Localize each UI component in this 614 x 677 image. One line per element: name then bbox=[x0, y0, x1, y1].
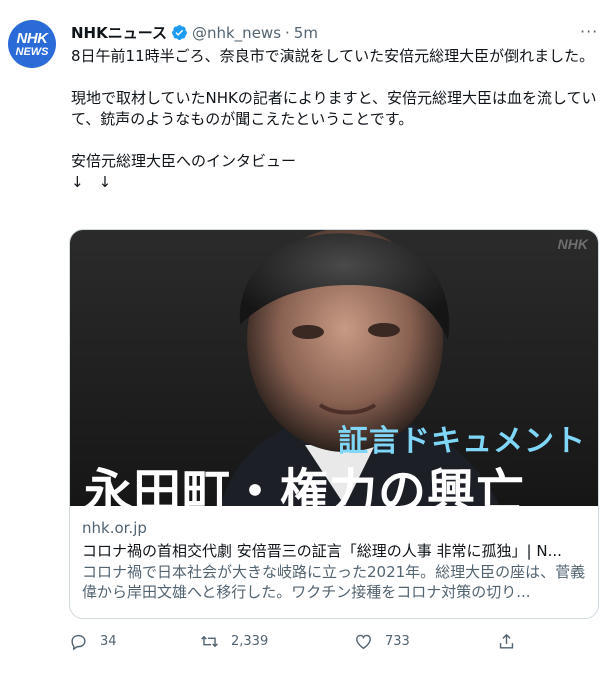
more-options-icon[interactable]: ··· bbox=[580, 22, 598, 41]
like-button[interactable]: 733 bbox=[354, 632, 410, 651]
share-icon bbox=[499, 633, 514, 649]
avatar-logo-subtext: NEWS bbox=[15, 45, 49, 58]
verified-badge-icon bbox=[172, 25, 187, 40]
avatar[interactable]: NHK NEWS bbox=[8, 20, 56, 68]
reply-button[interactable]: 34 bbox=[69, 632, 117, 651]
card-body: nhk.or.jp コロナ禍の首相交代劇 安倍晋三の証言「総理の人事 非常に孤独… bbox=[70, 506, 598, 602]
reply-icon bbox=[71, 634, 86, 651]
heart-icon bbox=[356, 634, 371, 650]
like-count: 733 bbox=[385, 634, 410, 649]
retweet-count: 2,339 bbox=[231, 634, 269, 649]
share-button[interactable] bbox=[497, 632, 528, 651]
card-title: コロナ禍の首相交代劇 安倍晋三の証言「総理の人事 非常に孤独」| N... bbox=[82, 542, 562, 560]
tweet-actions: 34 2,339 733 bbox=[69, 632, 529, 656]
retweet-button[interactable]: 2,339 bbox=[200, 632, 268, 651]
card-domain: nhk.or.jp bbox=[82, 519, 147, 537]
account-name[interactable]: NHKニュース bbox=[71, 22, 167, 43]
tweet-timestamp[interactable]: 5m bbox=[294, 24, 318, 42]
separator-dot: · bbox=[285, 23, 290, 42]
card-description: コロナ禍で日本社会が大きな岐路に立った2021年。総理大臣の座は、菅義偉から岸田… bbox=[82, 563, 586, 601]
retweet-icon bbox=[201, 635, 218, 648]
link-preview-card[interactable]: NHK 証言ドキュメント 永田町・権力の興亡 nhk.or.jp コロナ禍の首相… bbox=[69, 229, 599, 619]
account-handle[interactable]: @nhk_news bbox=[192, 24, 281, 42]
image-title: 永田町・権力の興亡 bbox=[84, 464, 526, 506]
tweet-header: NHKニュース @nhk_news · 5m bbox=[71, 22, 318, 43]
image-watermark: NHK bbox=[557, 236, 588, 252]
avatar-logo-text: NHK bbox=[16, 29, 49, 47]
reply-count: 34 bbox=[100, 634, 117, 649]
tweet-text: 8日午前11時半ごろ、奈良市で演説をしていた安倍元総理大臣が倒れました。 現地で… bbox=[71, 47, 597, 191]
card-image: NHK 証言ドキュメント 永田町・権力の興亡 bbox=[70, 230, 598, 506]
